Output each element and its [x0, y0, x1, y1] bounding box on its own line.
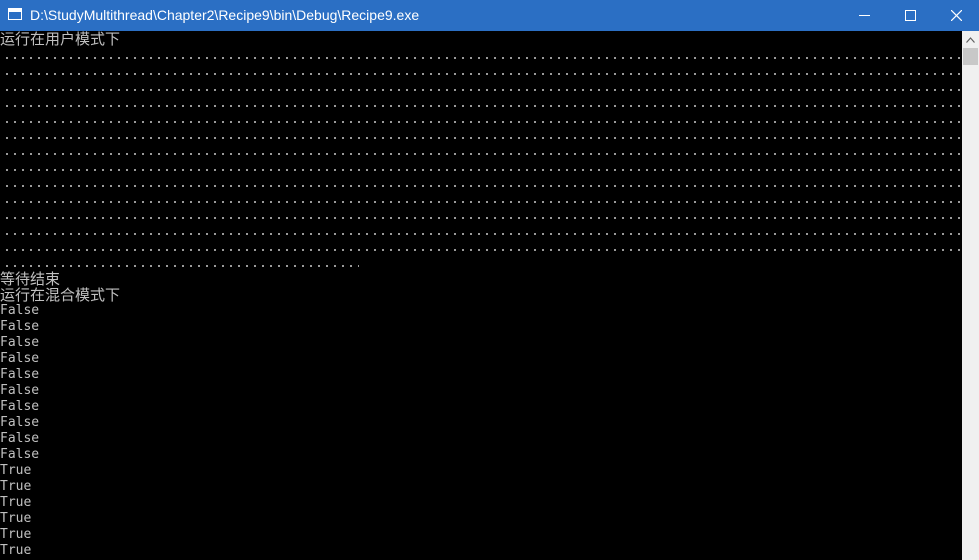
- dot-row: [0, 175, 962, 191]
- dot-row: [0, 127, 962, 143]
- result-line: True: [0, 543, 32, 558]
- result-line: False: [0, 335, 40, 350]
- console-app-icon[interactable]: [8, 8, 22, 20]
- scroll-up-button[interactable]: [962, 31, 979, 48]
- dot-row: [0, 143, 962, 159]
- result-line: False: [0, 447, 40, 462]
- result-line: False: [0, 367, 40, 382]
- vertical-scrollbar[interactable]: [962, 31, 979, 560]
- result-line: True: [0, 511, 32, 526]
- dot-row: [0, 207, 962, 223]
- result-line: False: [0, 415, 40, 430]
- dot-row: [0, 63, 962, 79]
- dot-output: [0, 47, 962, 271]
- result-line: False: [0, 399, 40, 414]
- dot-row: [0, 95, 962, 111]
- result-line: False: [0, 319, 40, 334]
- result-line: False: [0, 431, 40, 446]
- wait-end-line: 等待结束: [0, 271, 61, 287]
- window-title: D:\StudyMultithread\Chapter2\Recipe9\bin…: [30, 7, 420, 23]
- minimize-icon: [858, 15, 870, 16]
- dot-row: [0, 111, 962, 127]
- result-line: True: [0, 463, 32, 478]
- mixed-mode-line: 运行在混合模式下: [0, 287, 121, 303]
- dot-row: [0, 47, 962, 63]
- title-bar[interactable]: D:\StudyMultithread\Chapter2\Recipe9\bin…: [0, 0, 979, 31]
- minimize-button[interactable]: [841, 0, 887, 31]
- dot-row: [0, 79, 962, 95]
- dot-row: [0, 159, 962, 175]
- dot-row: [0, 191, 962, 207]
- scroll-thumb[interactable]: [963, 48, 978, 65]
- dot-row: [0, 223, 962, 239]
- chevron-up-icon: [966, 36, 975, 43]
- result-line: False: [0, 303, 40, 318]
- result-line: True: [0, 527, 32, 542]
- close-button[interactable]: [933, 0, 979, 31]
- console-output[interactable]: 运行在用户模式下 等待结束 运行在混合模式下 False False False Fa…: [0, 31, 962, 560]
- result-line: True: [0, 479, 32, 494]
- close-icon: [950, 10, 962, 21]
- result-line: False: [0, 351, 40, 366]
- console-window: D:\StudyMultithread\Chapter2\Recipe9\bin…: [0, 0, 979, 560]
- result-line: False: [0, 383, 40, 398]
- result-output: False False False False False False False False…: [0, 303, 962, 560]
- result-line: True: [0, 495, 32, 510]
- maximize-icon: [904, 10, 916, 21]
- dot-row: [0, 239, 962, 255]
- user-mode-line: 运行在用户模式下: [0, 31, 121, 47]
- maximize-button[interactable]: [887, 0, 933, 31]
- dot-row-partial: [0, 255, 962, 271]
